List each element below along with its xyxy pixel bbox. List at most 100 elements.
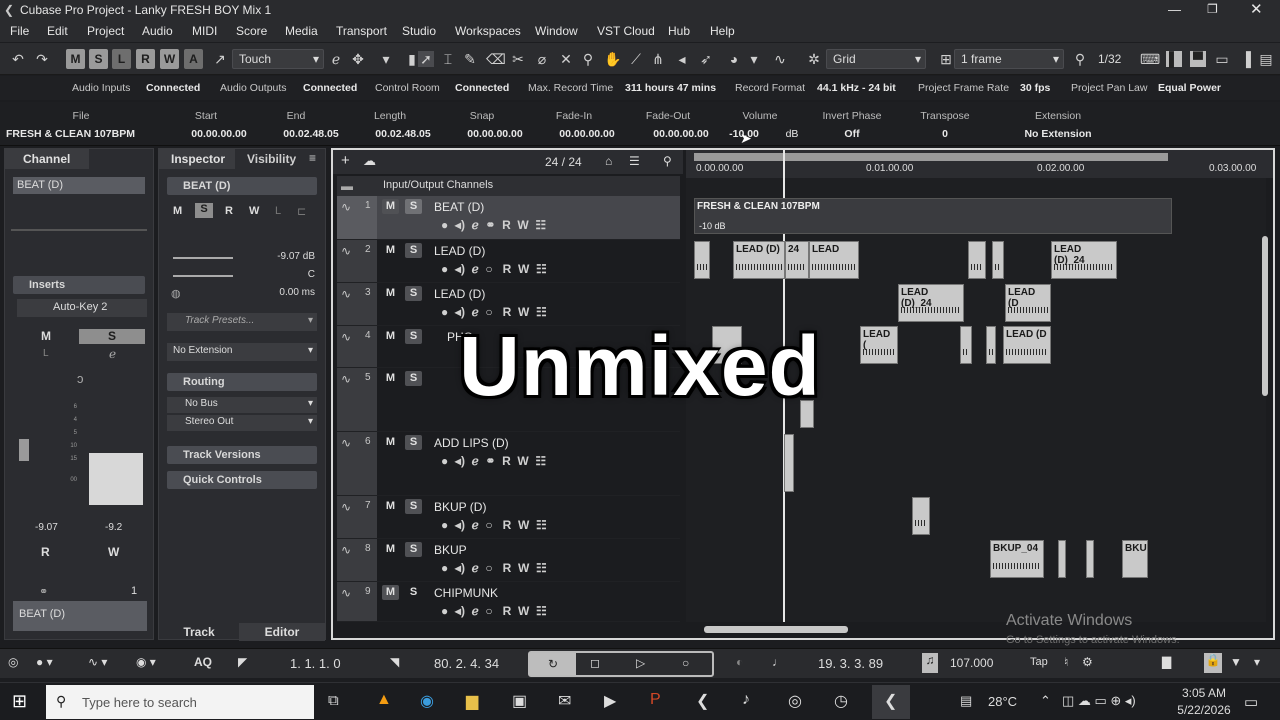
track-row[interactable]: ∿ 1 M S BEAT (D) ● ◂) ℯ ⚭ R W ☷ — [337, 196, 680, 240]
track-mute-button[interactable]: M — [382, 286, 399, 301]
link-icon[interactable]: ⚭ — [39, 585, 48, 598]
output-routing-select[interactable]: Stereo Out ▾ — [167, 415, 317, 431]
write-all-button[interactable]: W — [160, 49, 179, 69]
cubase-active-taskbar-icon[interactable]: ❮ — [872, 685, 910, 719]
audio-clip[interactable]: BKUI — [1122, 540, 1148, 578]
autoscroll-icon[interactable]: ✥ — [350, 51, 366, 67]
tab-inspector[interactable]: Inspector — [159, 149, 235, 169]
track-row[interactable]: ∿ 9 M S CHIPMUNK ● ◂) ℯ ○ R W ☷ — [337, 582, 680, 622]
tap-tempo-button[interactable]: Tap — [1030, 656, 1048, 668]
inspector-read-button[interactable]: R — [225, 205, 233, 217]
drumstick-icon[interactable]: ➶ — [698, 51, 714, 67]
pencil-tool-icon[interactable]: ✎ — [462, 51, 478, 67]
track-solo-button[interactable]: S — [405, 243, 422, 258]
audio-clip-beat[interactable]: FRESH & CLEAN 107BPM -10 dB — [694, 198, 1172, 234]
channel-tab[interactable]: Channel — [5, 149, 89, 169]
menu-midi[interactable]: MIDI — [192, 24, 217, 38]
undo-icon[interactable]: ↶ — [10, 51, 26, 67]
track-solo-button[interactable]: S — [405, 585, 422, 600]
fadein-value[interactable]: 00.00.00.00 — [548, 128, 626, 140]
length-value[interactable]: 00.02.48.05 — [364, 128, 442, 140]
menu-project[interactable]: Project — [87, 24, 124, 38]
chevron-down-icon[interactable]: ▾ — [378, 51, 394, 67]
menu-window[interactable]: Window — [535, 24, 578, 38]
time-warp-icon[interactable]: ⋔ — [650, 51, 666, 67]
track-row[interactable]: ∿ 7 M S BKUP (D) ● ◂) ℯ ○ R W ☷ — [337, 496, 680, 539]
volume-slider[interactable] — [173, 257, 233, 259]
track-solo-button[interactable]: S — [405, 542, 422, 557]
track-row[interactable]: ∿ 6 M S ADD LIPS (D) ● ◂) ℯ ⚭ R W ☷ — [337, 432, 680, 496]
listen-button[interactable]: L — [112, 49, 131, 69]
audio-clip[interactable] — [694, 241, 710, 279]
audio-clip[interactable]: BKUP_04 — [990, 540, 1044, 578]
color-icon[interactable]: ◕ — [726, 51, 742, 67]
menu-score[interactable]: Score — [236, 24, 267, 38]
inspector-track-header[interactable]: BEAT (D) — [167, 177, 317, 195]
end-value[interactable]: 00.02.48.05 — [272, 128, 350, 140]
mute-all-button[interactable]: M — [66, 49, 85, 69]
menu-transport[interactable]: Transport — [336, 24, 387, 38]
timeline-ruler[interactable]: 0.00.00.00 0.01.00.00 0.02.00.00 0.03.00… — [686, 150, 1273, 178]
redo-icon[interactable]: ↷ — [34, 51, 50, 67]
list-icon[interactable]: ☰ — [629, 154, 640, 168]
split-tool-icon[interactable]: ✂ — [510, 51, 526, 67]
file-explorer-icon[interactable]: ▆ — [466, 691, 478, 711]
app-icon[interactable]: ◎ — [788, 691, 802, 711]
performance-icon[interactable]: ◎ — [8, 655, 18, 669]
audio-clip[interactable] — [992, 241, 1004, 279]
chevron-down-icon[interactable]: ▾ — [746, 51, 762, 67]
audio-clip[interactable]: LEAD (D)_24 — [1051, 241, 1117, 279]
extension-value[interactable]: No Extension — [1006, 128, 1110, 140]
snap-icon[interactable]: ✲ — [806, 51, 822, 67]
inspector-listen-button[interactable]: L — [275, 205, 281, 217]
channel-bottom-name[interactable]: BEAT (D) — [13, 601, 147, 631]
automation-mode-select[interactable]: Touch ▾ — [232, 49, 324, 69]
pan-slider[interactable] — [173, 275, 233, 277]
fadeout-value[interactable]: 00.00.00.00 — [642, 128, 720, 140]
store-icon[interactable]: ▣ — [512, 691, 527, 711]
menu-file[interactable]: File — [10, 24, 29, 38]
right-locator-value[interactable]: 80. 2. 4. 34 — [434, 656, 499, 671]
channel-read-button[interactable]: R — [41, 545, 50, 559]
audio-clip[interactable] — [912, 497, 930, 535]
tab-visibility[interactable]: Visibility — [247, 152, 296, 166]
track-solo-button[interactable]: S — [405, 286, 422, 301]
edge-icon[interactable]: ◉ — [420, 691, 434, 711]
cycle-icon[interactable]: ↻ — [530, 653, 576, 675]
bottom-zone-icon[interactable]: ▭ — [1214, 51, 1230, 67]
tab-track[interactable]: Track — [159, 623, 239, 641]
tempo-value[interactable]: 107.000 — [950, 656, 993, 670]
close-icon[interactable]: ✕ — [1250, 0, 1263, 18]
quick-controls-header[interactable]: Quick Controls — [167, 471, 317, 489]
horizontal-scrollbar[interactable] — [704, 626, 848, 633]
notification-icon[interactable]: ▭ — [1244, 693, 1258, 711]
quantize-select[interactable]: 1 frame ▾ — [954, 49, 1064, 69]
app-icon[interactable]: ♪ — [742, 691, 750, 709]
metronome-icon[interactable]: ◉ ▾ — [136, 655, 156, 669]
audio-clip[interactable] — [784, 434, 794, 492]
cubase-taskbar-icon[interactable]: ❮ — [696, 691, 709, 711]
app-icon[interactable]: ◷ — [834, 691, 848, 711]
track-mute-button[interactable]: M — [382, 199, 399, 214]
lock-icon[interactable]: 🔒 — [1204, 653, 1222, 673]
audio-clip[interactable]: LEAD (D)_24 — [898, 284, 964, 322]
menu-studio[interactable]: Studio — [402, 24, 436, 38]
comp-tool-icon[interactable]: ⟋ — [628, 51, 644, 67]
powerpoint-icon[interactable]: P — [650, 691, 661, 709]
audio-clip[interactable]: LEAD (D) — [733, 241, 785, 279]
auto-quantize-button[interactable]: AQ — [194, 655, 212, 669]
audio-clip[interactable]: 24 — [785, 241, 809, 279]
track-mute-button[interactable]: M — [382, 499, 399, 514]
track-mute-button[interactable]: M — [382, 435, 399, 450]
menu-edit[interactable]: Edit — [47, 24, 68, 38]
audio-clip[interactable] — [1058, 540, 1066, 578]
minimize-icon[interactable]: — — [1168, 2, 1181, 17]
record-mode-icon[interactable]: ● ▾ — [36, 655, 53, 669]
folder-track-row[interactable]: ▬ Input/Output Channels — [337, 176, 680, 196]
channel-track-name[interactable]: BEAT (D) — [13, 177, 145, 194]
insert-slot-1[interactable]: Auto-Key 2 — [17, 299, 147, 317]
track-solo-button[interactable]: S — [405, 499, 422, 514]
inspector-lock-button[interactable]: ⊏ — [297, 205, 306, 218]
audio-clip[interactable] — [1086, 540, 1094, 578]
inspector-menu-icon[interactable]: ≡ — [309, 151, 316, 165]
